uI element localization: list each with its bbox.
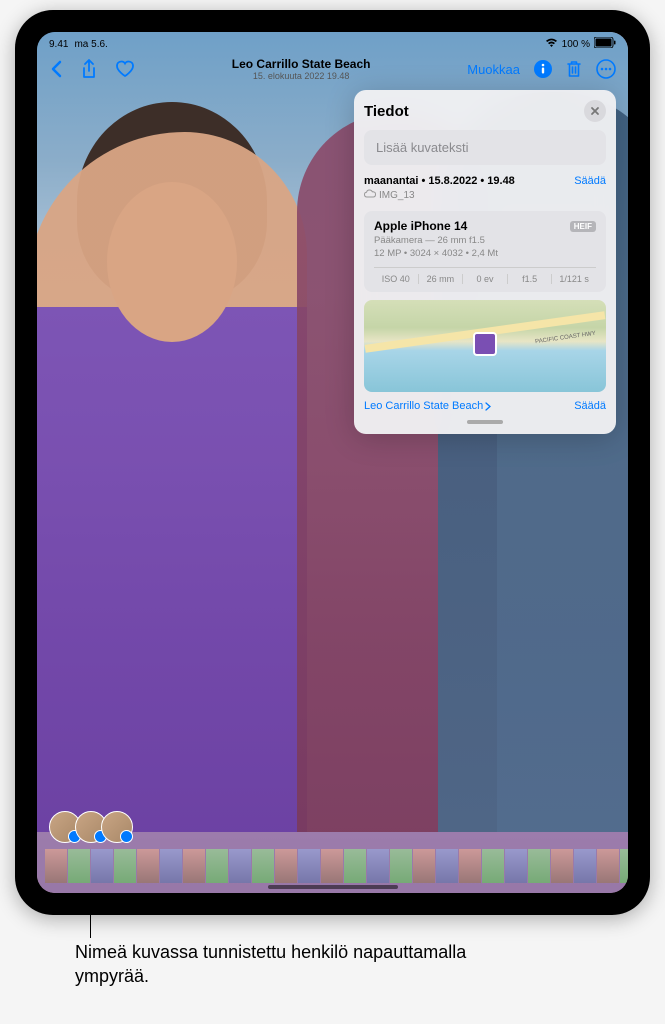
back-button[interactable] <box>49 60 63 78</box>
map-road-label: PACIFIC COAST HWY <box>535 331 596 345</box>
photo-filename: IMG_13 <box>364 189 515 201</box>
status-time: 9.41 <box>49 39 68 50</box>
thumbnail[interactable] <box>183 849 205 883</box>
thumbnail[interactable] <box>275 849 297 883</box>
map-pin-icon <box>473 332 497 356</box>
exif-row: ISO 40 26 mm 0 ev f1.5 1/121 s <box>374 267 596 284</box>
thumbnail[interactable] <box>137 849 159 883</box>
share-button[interactable] <box>81 59 97 79</box>
exif-iso: ISO 40 <box>374 274 419 284</box>
thumbnail[interactable] <box>91 849 113 883</box>
close-button[interactable] <box>584 100 606 122</box>
delete-button[interactable] <box>566 60 582 78</box>
resolution-info: 12 MP • 3024 × 4032 • 2,4 Mt <box>374 248 596 259</box>
camera-model: Apple iPhone 14 <box>374 219 467 233</box>
battery-icon <box>594 37 616 51</box>
thumbnail[interactable] <box>574 849 596 883</box>
thumbnail[interactable] <box>344 849 366 883</box>
thumbnail[interactable] <box>620 849 628 883</box>
thumbnail-strip[interactable] <box>37 849 628 883</box>
format-badge: HEIF <box>570 221 596 232</box>
thumbnail[interactable] <box>68 849 90 883</box>
thumbnail[interactable] <box>482 849 504 883</box>
person-circle[interactable] <box>101 811 133 843</box>
thumbnail[interactable] <box>229 849 251 883</box>
thumbnail[interactable] <box>528 849 550 883</box>
exif-focal: 26 mm <box>419 274 464 284</box>
lens-info: Pääkamera — 26 mm f1.5 <box>374 235 596 246</box>
thumbnail[interactable] <box>413 849 435 883</box>
status-date: ma 5.6. <box>74 39 107 50</box>
caption-input[interactable]: Lisää kuvateksti <box>364 130 606 165</box>
callout-text: Nimeä kuvassa tunnistettu henkilö napaut… <box>75 940 495 989</box>
thumbnail[interactable] <box>459 849 481 883</box>
detected-people-row <box>49 811 127 843</box>
thumbnail[interactable] <box>252 849 274 883</box>
exif-shutter: 1/121 s <box>552 274 596 284</box>
thumbnail[interactable] <box>390 849 412 883</box>
thumbnail[interactable] <box>505 849 527 883</box>
favorite-button[interactable] <box>115 60 135 78</box>
more-button[interactable] <box>596 59 616 79</box>
thumbnail[interactable] <box>45 849 67 883</box>
thumbnail[interactable] <box>114 849 136 883</box>
thumbnail[interactable] <box>597 849 619 883</box>
photo-date: maanantai • 15.8.2022 • 19.48 <box>364 175 515 187</box>
camera-info-box: Apple iPhone 14 HEIF Pääkamera — 26 mm f… <box>364 211 606 292</box>
thumbnail[interactable] <box>321 849 343 883</box>
exif-ev: 0 ev <box>463 274 508 284</box>
info-button[interactable] <box>534 60 552 78</box>
status-bar: 9.41 ma 5.6. 100 % <box>37 34 628 54</box>
header-title-block: Leo Carrillo State Beach 15. elokuuta 20… <box>232 57 371 81</box>
thumbnail[interactable] <box>436 849 458 883</box>
top-toolbar: Leo Carrillo State Beach 15. elokuuta 20… <box>37 54 628 84</box>
thumbnail[interactable] <box>367 849 389 883</box>
screen: 9.41 ma 5.6. 100 % <box>37 32 628 893</box>
location-map[interactable]: PACIFIC COAST HWY <box>364 300 606 392</box>
thumbnail[interactable] <box>551 849 573 883</box>
drag-handle[interactable] <box>467 420 503 424</box>
ipad-frame: 9.41 ma 5.6. 100 % <box>15 10 650 915</box>
cloud-icon <box>364 189 376 201</box>
thumbnail[interactable] <box>160 849 182 883</box>
location-link[interactable]: Leo Carrillo State Beach <box>364 400 491 412</box>
photo-subtitle: 15. elokuuta 2022 19.48 <box>232 71 371 81</box>
info-panel: Tiedot Lisää kuvateksti maanantai • 15.8… <box>354 90 616 434</box>
info-panel-title: Tiedot <box>364 103 409 120</box>
adjust-date-button[interactable]: Säädä <box>574 175 606 187</box>
photo-title: Leo Carrillo State Beach <box>232 57 371 71</box>
edit-button[interactable]: Muokkaa <box>467 62 520 77</box>
battery-percent: 100 % <box>562 39 590 50</box>
thumbnail[interactable] <box>298 849 320 883</box>
thumbnail[interactable] <box>206 849 228 883</box>
home-indicator[interactable] <box>268 885 398 889</box>
exif-aperture: f1.5 <box>508 274 553 284</box>
adjust-location-button[interactable]: Säädä <box>574 400 606 412</box>
wifi-icon <box>545 38 558 51</box>
